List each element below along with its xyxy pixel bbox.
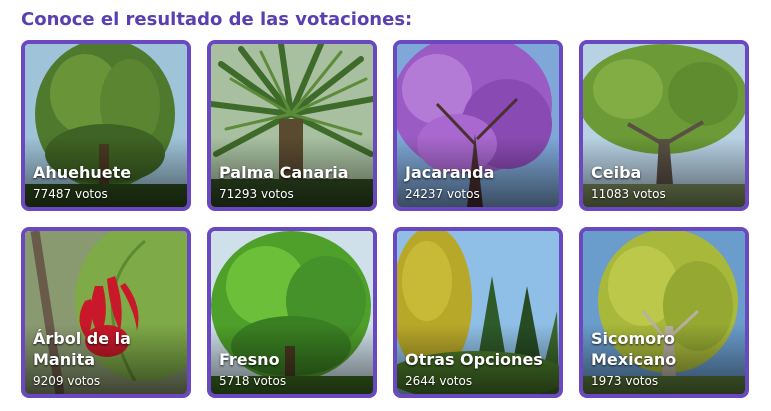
- tree-name: Árbol de la Manita: [33, 329, 131, 369]
- vote-count: 9209 votos: [33, 374, 101, 388]
- vote-count: 5718 votos: [219, 374, 287, 388]
- tree-name: Fresno: [219, 350, 280, 369]
- page-title: Conoce el resultado de las votaciones:: [21, 9, 413, 30]
- tree-name: Sicomoro Mexicano: [591, 329, 677, 369]
- results-grid: Ahuehuete 77487 votos Palma Canaria 7129…: [21, 40, 749, 398]
- vote-count: 11083 votos: [591, 187, 666, 201]
- tree-card-fresno[interactable]: Fresno 5718 votos: [207, 227, 377, 398]
- vote-count: 2644 votos: [405, 374, 473, 388]
- tree-card-palma-canaria[interactable]: Palma Canaria 71293 votos: [207, 40, 377, 211]
- tree-name: Palma Canaria: [219, 163, 349, 182]
- tree-card-jacaranda[interactable]: Jacaranda 24237 votos: [393, 40, 563, 211]
- tree-name: Ceiba: [591, 163, 642, 182]
- tree-card-ceiba[interactable]: Ceiba 11083 votos: [579, 40, 749, 211]
- tree-name: Otras Opciones: [405, 350, 543, 369]
- vote-count: 24237 votos: [405, 187, 480, 201]
- vote-count: 77487 votos: [33, 187, 108, 201]
- tree-name: Ahuehuete: [33, 163, 132, 182]
- tree-card-arbol-de-la-manita[interactable]: Árbol de la Manita 9209 votos: [21, 227, 191, 398]
- tree-card-ahuehuete[interactable]: Ahuehuete 77487 votos: [21, 40, 191, 211]
- tree-card-otras-opciones[interactable]: Otras Opciones 2644 votos: [393, 227, 563, 398]
- tree-card-sicomoro-mexicano[interactable]: Sicomoro Mexicano 1973 votos: [579, 227, 749, 398]
- vote-count: 71293 votos: [219, 187, 294, 201]
- vote-count: 1973 votos: [591, 374, 659, 388]
- tree-name: Jacaranda: [405, 163, 495, 182]
